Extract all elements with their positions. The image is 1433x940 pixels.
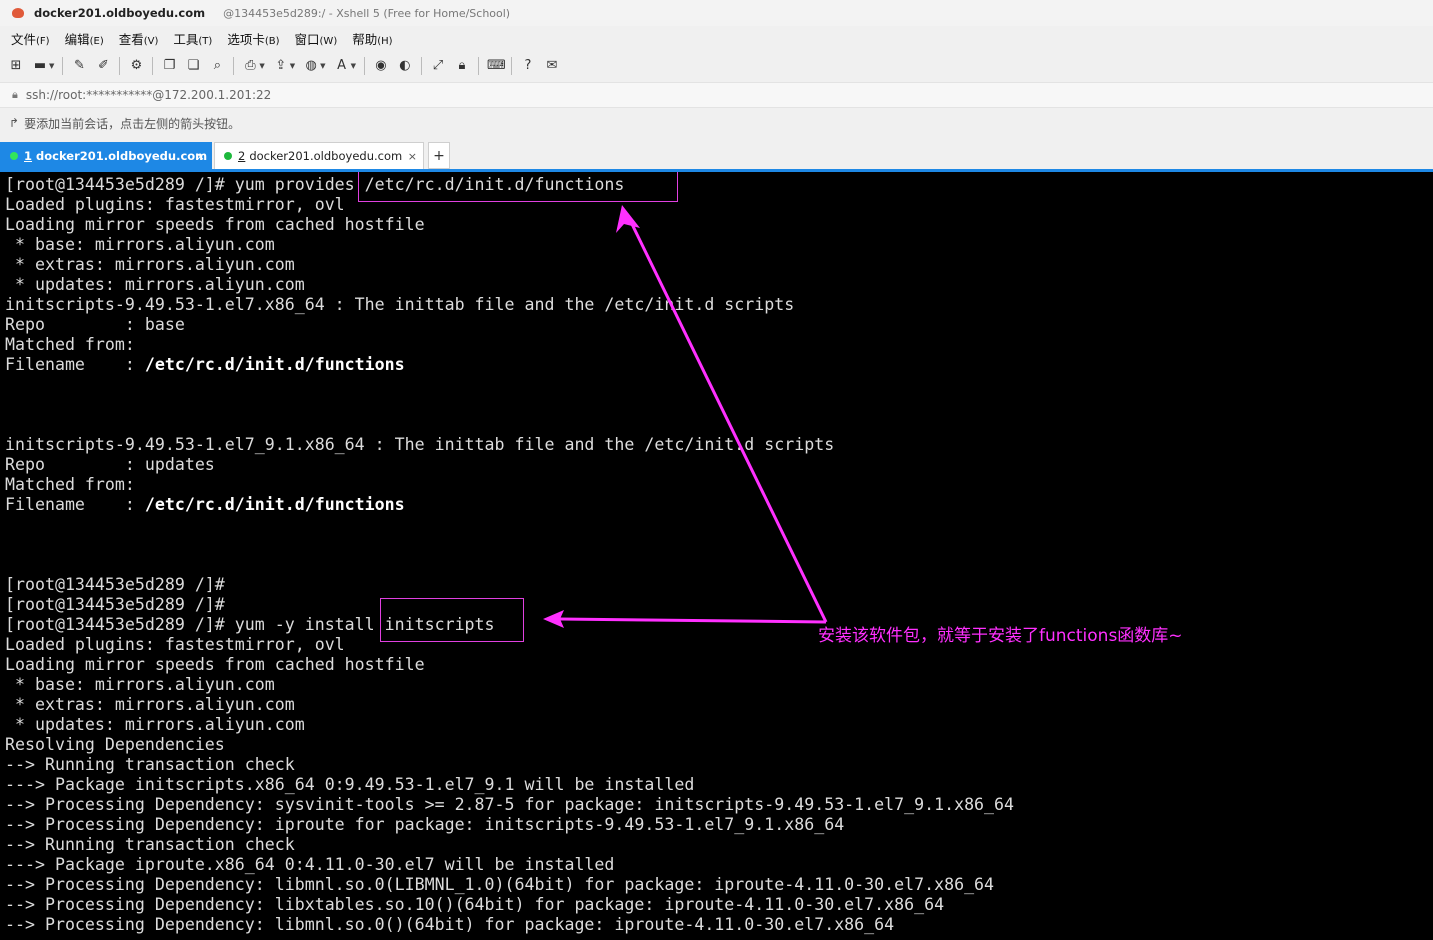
- fullscreen-icon[interactable]: ⤢: [430, 58, 446, 74]
- connected-status-icon: [224, 152, 232, 160]
- menu-bar: 文件(F) 编辑(E) 查看(V) 工具(T) 选项卡(B) 窗口(W) 帮助(…: [0, 27, 1433, 49]
- tab-session-1[interactable]: 1 docker201.oldboyedu.com ×: [0, 142, 212, 169]
- lock-icon[interactable]: 🔒︎: [454, 58, 470, 74]
- address-value[interactable]: ssh://root:***********@172.200.1.201:22: [26, 88, 271, 102]
- help-icon[interactable]: ?: [520, 58, 536, 74]
- menu-tools[interactable]: 工具(T): [173, 29, 212, 48]
- menu-help[interactable]: 帮助(H): [352, 29, 392, 48]
- xshell-logo-icon: [12, 8, 24, 18]
- terminal-output[interactable]: [root@134453e5d289 /]# yum provides /etc…: [0, 172, 1433, 940]
- add-session-arrow-icon[interactable]: ↱: [9, 116, 19, 130]
- tab-session-2[interactable]: 2 docker201.oldboyedu.com ×: [214, 142, 424, 169]
- toolbar-divider: [420, 57, 422, 75]
- close-icon[interactable]: ×: [408, 150, 417, 163]
- copy-icon[interactable]: ❐: [161, 58, 177, 74]
- annotation-text: 安装该软件包，就等于安装了functions函数库~: [818, 626, 1183, 646]
- connect-icon[interactable]: ✎: [71, 58, 87, 74]
- menu-edit[interactable]: 编辑(E): [65, 29, 104, 48]
- toolbar-divider: [510, 57, 512, 75]
- tab-number: 2: [238, 149, 246, 163]
- chevron-down-icon[interactable]: ▼: [49, 62, 54, 70]
- find-icon[interactable]: ⌕: [209, 58, 225, 74]
- keyboard-icon[interactable]: ⌨: [487, 58, 506, 74]
- toolbar-divider: [363, 57, 365, 75]
- menu-file[interactable]: 文件(F): [11, 29, 50, 48]
- arrowhead-up: [616, 205, 640, 233]
- toolbar: ⊞ ▬ ▼ ✎ ✐ ⚙ ❐ ❏ ⌕ ⎙ ▼ ⇪ ▼ ◍ ▼ A ▼ ◉ ◐ ⤢ 🔒︎ ⌨ …: [0, 53, 1433, 79]
- connected-status-icon: [10, 152, 18, 160]
- properties-icon[interactable]: ⚙: [128, 58, 144, 74]
- window-title: docker201.oldboyedu.com: [34, 6, 206, 20]
- toolbar-divider: [119, 57, 121, 75]
- menu-window[interactable]: 窗口(W): [295, 29, 338, 48]
- transfer-icon[interactable]: ⇪: [273, 58, 289, 74]
- tab-label: docker201.oldboyedu.com: [249, 149, 403, 163]
- chevron-down-icon[interactable]: ▼: [259, 62, 264, 70]
- font-icon[interactable]: A: [334, 58, 350, 74]
- chevron-down-icon[interactable]: ▼: [351, 62, 356, 70]
- toolbar-divider: [233, 57, 235, 75]
- window-subtitle: @134453e5d289:/ - Xshell 5 (Free for Hom…: [223, 6, 511, 20]
- script-icon[interactable]: ◐: [397, 58, 413, 74]
- xftp-icon[interactable]: ◉: [373, 58, 389, 74]
- session-hint-bar: ↱ 要添加当前会话，点击左侧的箭头按钮。: [0, 110, 1433, 136]
- open-folder-icon[interactable]: ▬: [32, 58, 48, 74]
- menu-view[interactable]: 查看(V): [119, 29, 159, 48]
- arrow-line-to-package: [559, 617, 827, 624]
- chevron-down-icon[interactable]: ▼: [290, 62, 295, 70]
- menu-tab[interactable]: 选项卡(B): [227, 29, 279, 48]
- arrow-line-to-path: [628, 219, 828, 623]
- paste-icon[interactable]: ❏: [185, 58, 201, 74]
- address-bar[interactable]: 🔒︎ ssh://root:***********@172.200.1.201:…: [0, 82, 1433, 108]
- toolbar-divider: [152, 57, 154, 75]
- print-icon[interactable]: ⎙: [242, 58, 258, 74]
- toolbar-divider: [62, 57, 64, 75]
- chat-icon[interactable]: ✉: [544, 58, 560, 74]
- new-session-icon[interactable]: ⊞: [8, 58, 24, 74]
- tab-bar: 1 docker201.oldboyedu.com × 2 docker201.…: [0, 140, 1433, 172]
- tab-number: 1: [24, 149, 33, 163]
- close-icon[interactable]: ×: [196, 150, 205, 163]
- padlock-icon: 🔒︎: [12, 88, 18, 101]
- toolbar-divider: [477, 57, 479, 75]
- tab-label: docker201.oldboyedu.com: [36, 149, 208, 163]
- title-bar: docker201.oldboyedu.com @134453e5d289:/ …: [0, 0, 1433, 26]
- chevron-down-icon[interactable]: ▼: [320, 62, 325, 70]
- annotation-arrows: [543, 205, 828, 628]
- new-tab-button[interactable]: +: [428, 142, 450, 169]
- globe-icon[interactable]: ◍: [303, 58, 319, 74]
- session-hint-text: 要添加当前会话，点击左侧的箭头按钮。: [24, 116, 241, 131]
- disconnect-icon[interactable]: ✐: [95, 58, 111, 74]
